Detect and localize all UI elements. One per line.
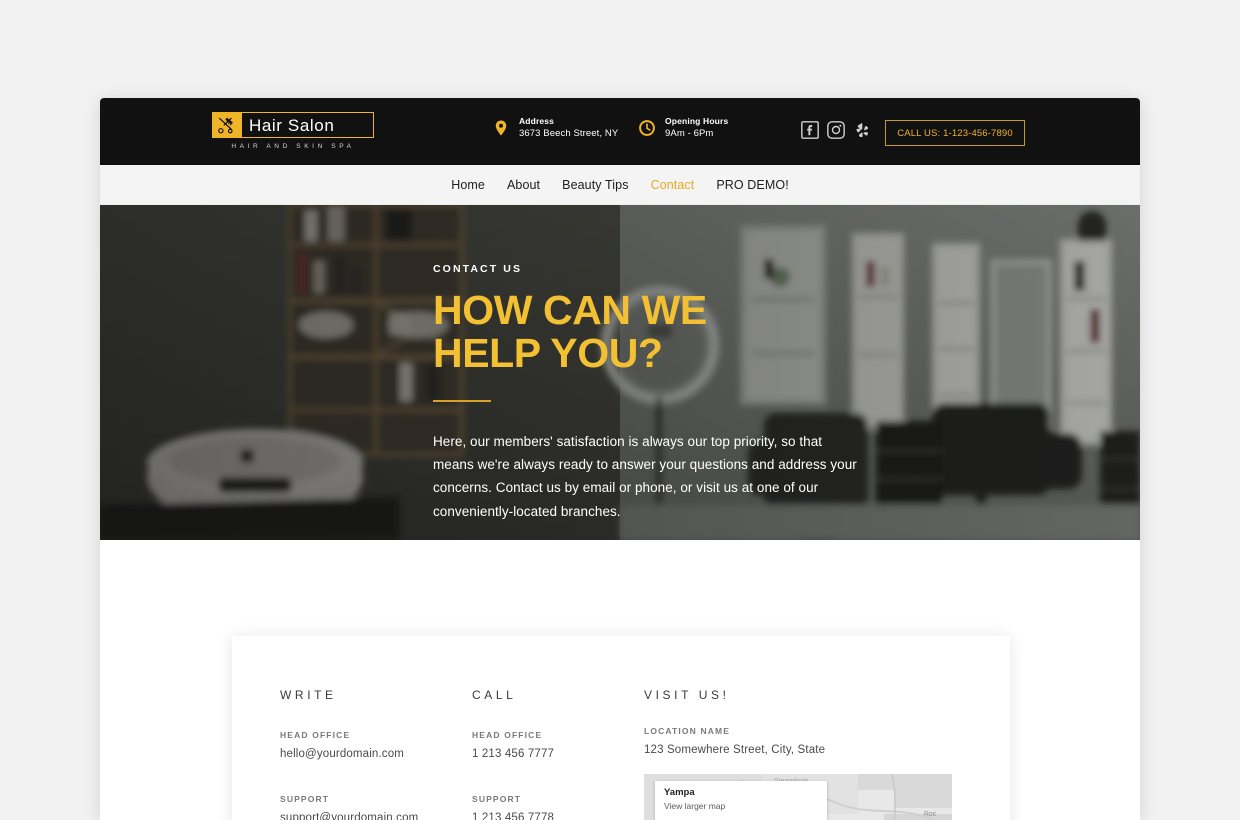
header-address-value: 3673 Beech Street, NY	[519, 128, 619, 140]
header-address: Address 3673 Beech Street, NY	[492, 116, 618, 141]
map-label-national-park: RocMounNationa	[923, 811, 937, 818]
write-heading: WRITE	[280, 688, 337, 702]
hero-divider	[433, 399, 491, 402]
header-hours-value: 9Am - 6Pm	[665, 128, 714, 140]
site-logo[interactable]: Hair Salon HAIR AND SKIN SPA	[212, 112, 374, 150]
write-support-label: SUPPORT	[280, 794, 330, 804]
nav-item-home[interactable]: Home	[451, 178, 485, 192]
visit-heading: VISIT US!	[644, 688, 730, 702]
header-hours-text: Opening Hours 9Am - 6Pm	[665, 116, 728, 141]
header-address-text: Address 3673 Beech Street, NY	[519, 116, 618, 141]
site-header: Hair Salon HAIR AND SKIN SPA Address 367…	[100, 98, 1140, 165]
social-links	[800, 120, 872, 140]
logo-row: Hair Salon	[212, 112, 374, 138]
header-hours-label: Opening Hours	[665, 116, 729, 126]
contact-column-call: CALL HEAD OFFICE 1 213 456 7777 SUPPORT …	[472, 688, 642, 820]
write-support-email[interactable]: support@yourdomain.com	[280, 812, 472, 820]
nav-item-contact[interactable]: Contact	[651, 178, 695, 192]
nav-item-pro-demo[interactable]: PRO DEMO!	[716, 178, 788, 192]
map-card-title: Yampa	[664, 787, 695, 798]
yelp-icon[interactable]	[852, 120, 872, 140]
call-us-button[interactable]: CALL US: 1-123-456-7890	[885, 120, 1025, 146]
map-pin-icon	[495, 120, 507, 136]
call-head-office-phone[interactable]: 1 213 456 7777	[472, 748, 642, 760]
logo-name: Hair Salon	[242, 112, 374, 138]
hero-content: CONTACT US HOW CAN WE HELP YOU? Here, ou…	[433, 263, 873, 523]
map-embed[interactable]: Steamboat RocMounNationa Yampa View larg…	[644, 774, 952, 820]
call-head-office-label: HEAD OFFICE	[472, 730, 543, 740]
hero-heading: HOW CAN WE HELP YOU?	[433, 287, 707, 377]
instagram-icon[interactable]	[826, 120, 846, 140]
hero-section: CONTACT US HOW CAN WE HELP YOU? Here, ou…	[100, 205, 1140, 540]
main-navigation: Home About Beauty Tips Contact PRO DEMO!	[100, 165, 1140, 205]
facebook-icon[interactable]	[800, 120, 820, 140]
call-heading: CALL	[472, 688, 517, 702]
contact-column-write: WRITE HEAD OFFICE hello@yourdomain.com S…	[280, 688, 472, 820]
map-info-card[interactable]: Yampa View larger map	[655, 781, 827, 820]
nav-item-about[interactable]: About	[507, 178, 540, 192]
write-head-office-email[interactable]: hello@yourdomain.com	[280, 748, 472, 760]
contact-card: WRITE HEAD OFFICE hello@yourdomain.com S…	[232, 636, 1010, 820]
visit-location-label: LOCATION NAME	[644, 726, 731, 736]
header-address-label: Address	[519, 116, 555, 126]
header-hours: Opening Hours 9Am - 6Pm	[638, 116, 728, 141]
logo-tagline: HAIR AND SKIN SPA	[231, 143, 355, 150]
view-larger-map-link[interactable]: View larger map	[664, 801, 818, 811]
contact-section: WRITE HEAD OFFICE hello@yourdomain.com S…	[100, 540, 1140, 820]
clock-icon	[639, 120, 655, 137]
call-support-phone[interactable]: 1 213 456 7778	[472, 812, 642, 820]
nav-item-beauty-tips[interactable]: Beauty Tips	[562, 178, 628, 192]
call-support-label: SUPPORT	[472, 794, 522, 804]
visit-address: 123 Somewhere Street, City, State	[644, 744, 826, 756]
scissors-comb-icon	[212, 112, 242, 138]
contact-column-visit: VISIT US! LOCATION NAME 123 Somewhere St…	[644, 688, 964, 820]
hero-eyebrow: CONTACT US	[433, 263, 523, 275]
hero-paragraph: Here, our members' satisfaction is alway…	[433, 433, 857, 519]
write-head-office-label: HEAD OFFICE	[280, 730, 351, 740]
browser-page: Hair Salon HAIR AND SKIN SPA Address 367…	[100, 98, 1140, 820]
